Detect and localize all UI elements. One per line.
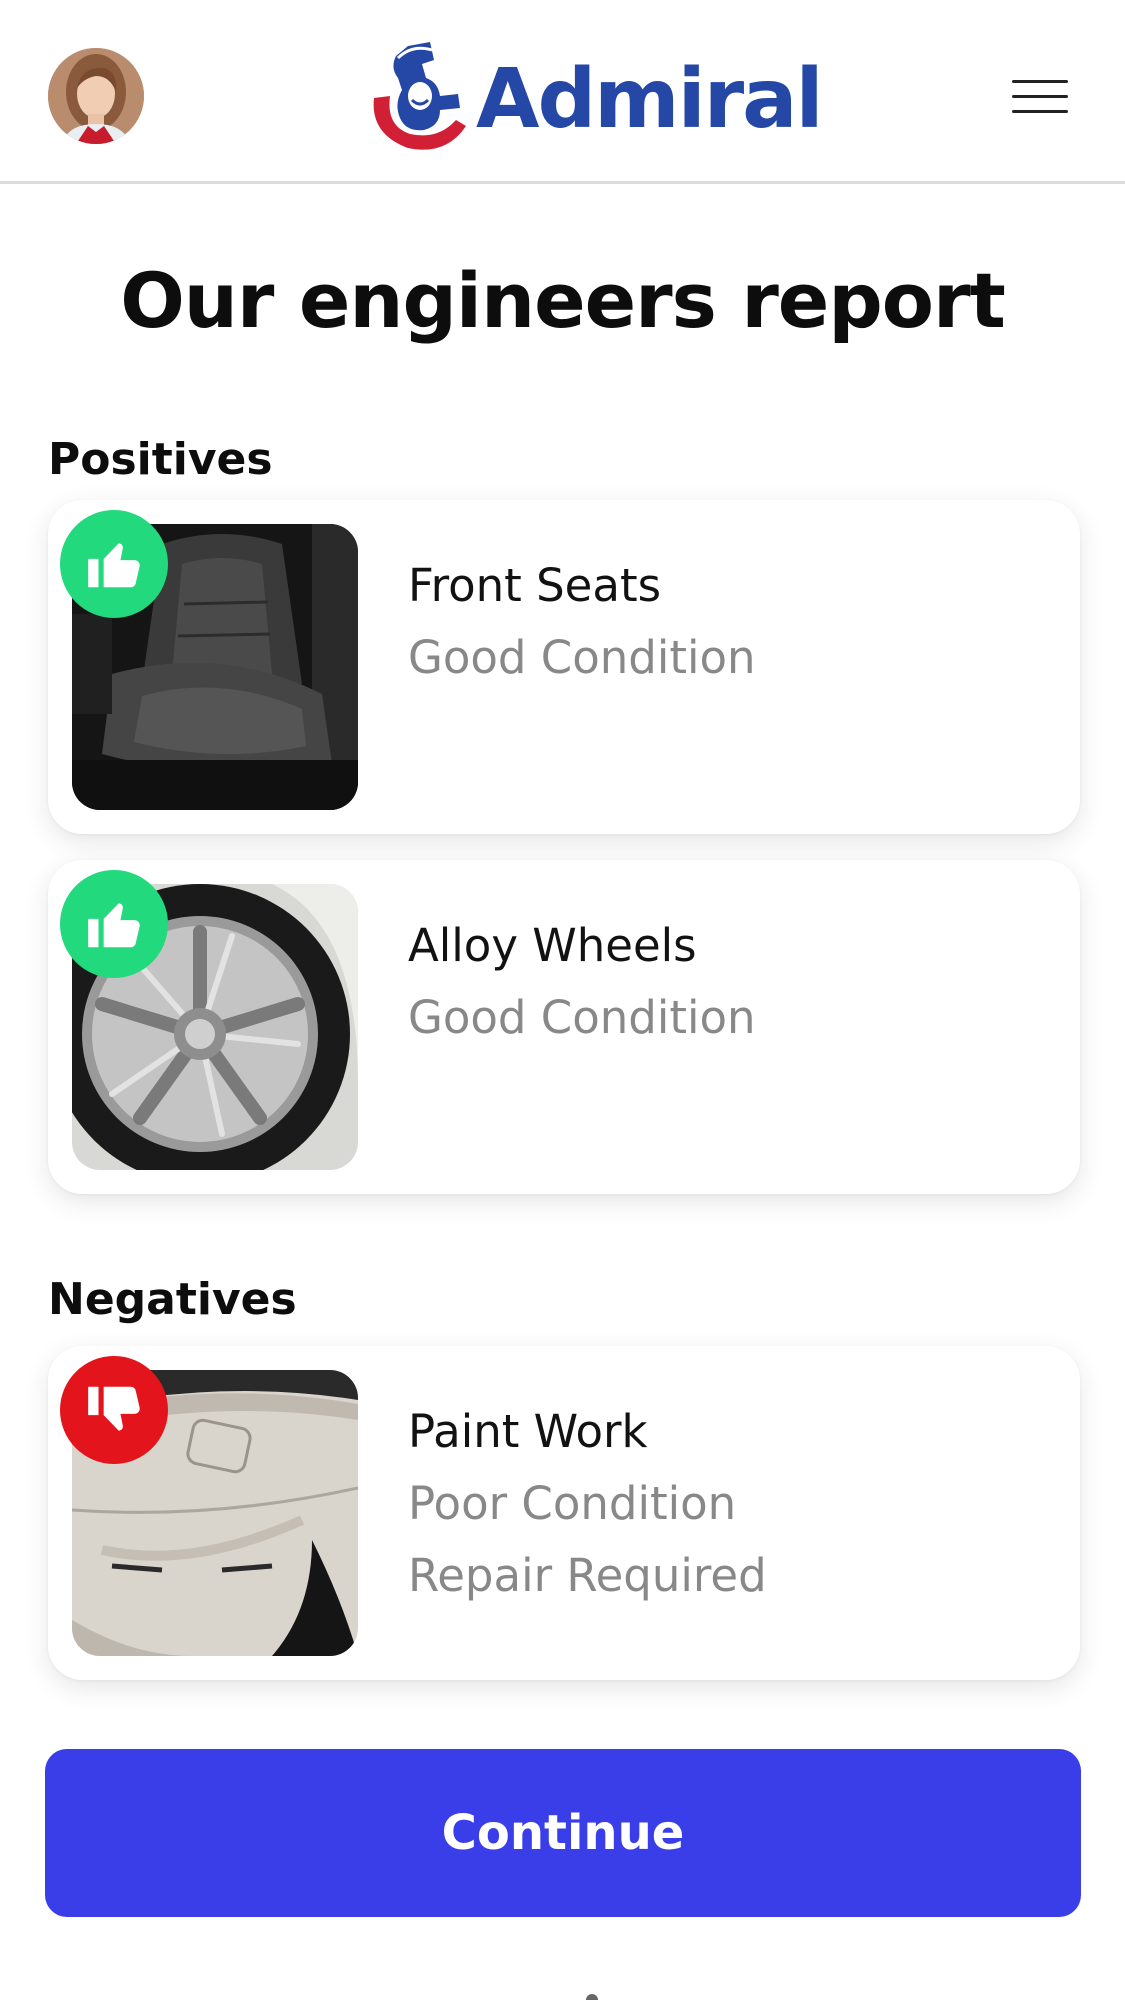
card-note: Repair Required — [408, 1549, 767, 1602]
card-status: Good Condition — [408, 991, 756, 1044]
report-card-front-seats[interactable]: Front Seats Good Condition — [48, 500, 1080, 834]
card-title: Front Seats — [408, 559, 662, 612]
continue-button[interactable]: Continue — [45, 1749, 1081, 1917]
hamburger-menu-icon[interactable] — [1012, 78, 1074, 118]
card-title: Alloy Wheels — [408, 919, 697, 972]
card-title: Paint Work — [408, 1405, 648, 1458]
logo-text: Admiral — [476, 51, 824, 147]
card-status: Good Condition — [408, 631, 756, 684]
report-card-alloy-wheels[interactable]: Alloy Wheels Good Condition — [48, 860, 1080, 1194]
admiral-logo[interactable]: Admiral — [368, 36, 824, 156]
user-avatar[interactable] — [48, 48, 144, 144]
positives-heading: Positives — [48, 434, 273, 485]
thumbs-up-icon — [60, 510, 168, 618]
card-status: Poor Condition — [408, 1477, 737, 1530]
scroll-indicator — [586, 1994, 598, 2000]
menu-line — [1012, 110, 1068, 113]
menu-line — [1012, 95, 1068, 98]
report-card-paint-work[interactable]: Paint Work Poor Condition Repair Require… — [48, 1346, 1080, 1680]
negatives-heading: Negatives — [48, 1274, 297, 1325]
thumbs-up-icon — [60, 870, 168, 978]
app-header: Admiral — [0, 0, 1125, 184]
menu-line — [1012, 80, 1068, 83]
admiral-mascot-icon — [373, 42, 466, 150]
thumbs-down-icon — [60, 1356, 168, 1464]
page-title: Our engineers report — [120, 256, 1006, 345]
